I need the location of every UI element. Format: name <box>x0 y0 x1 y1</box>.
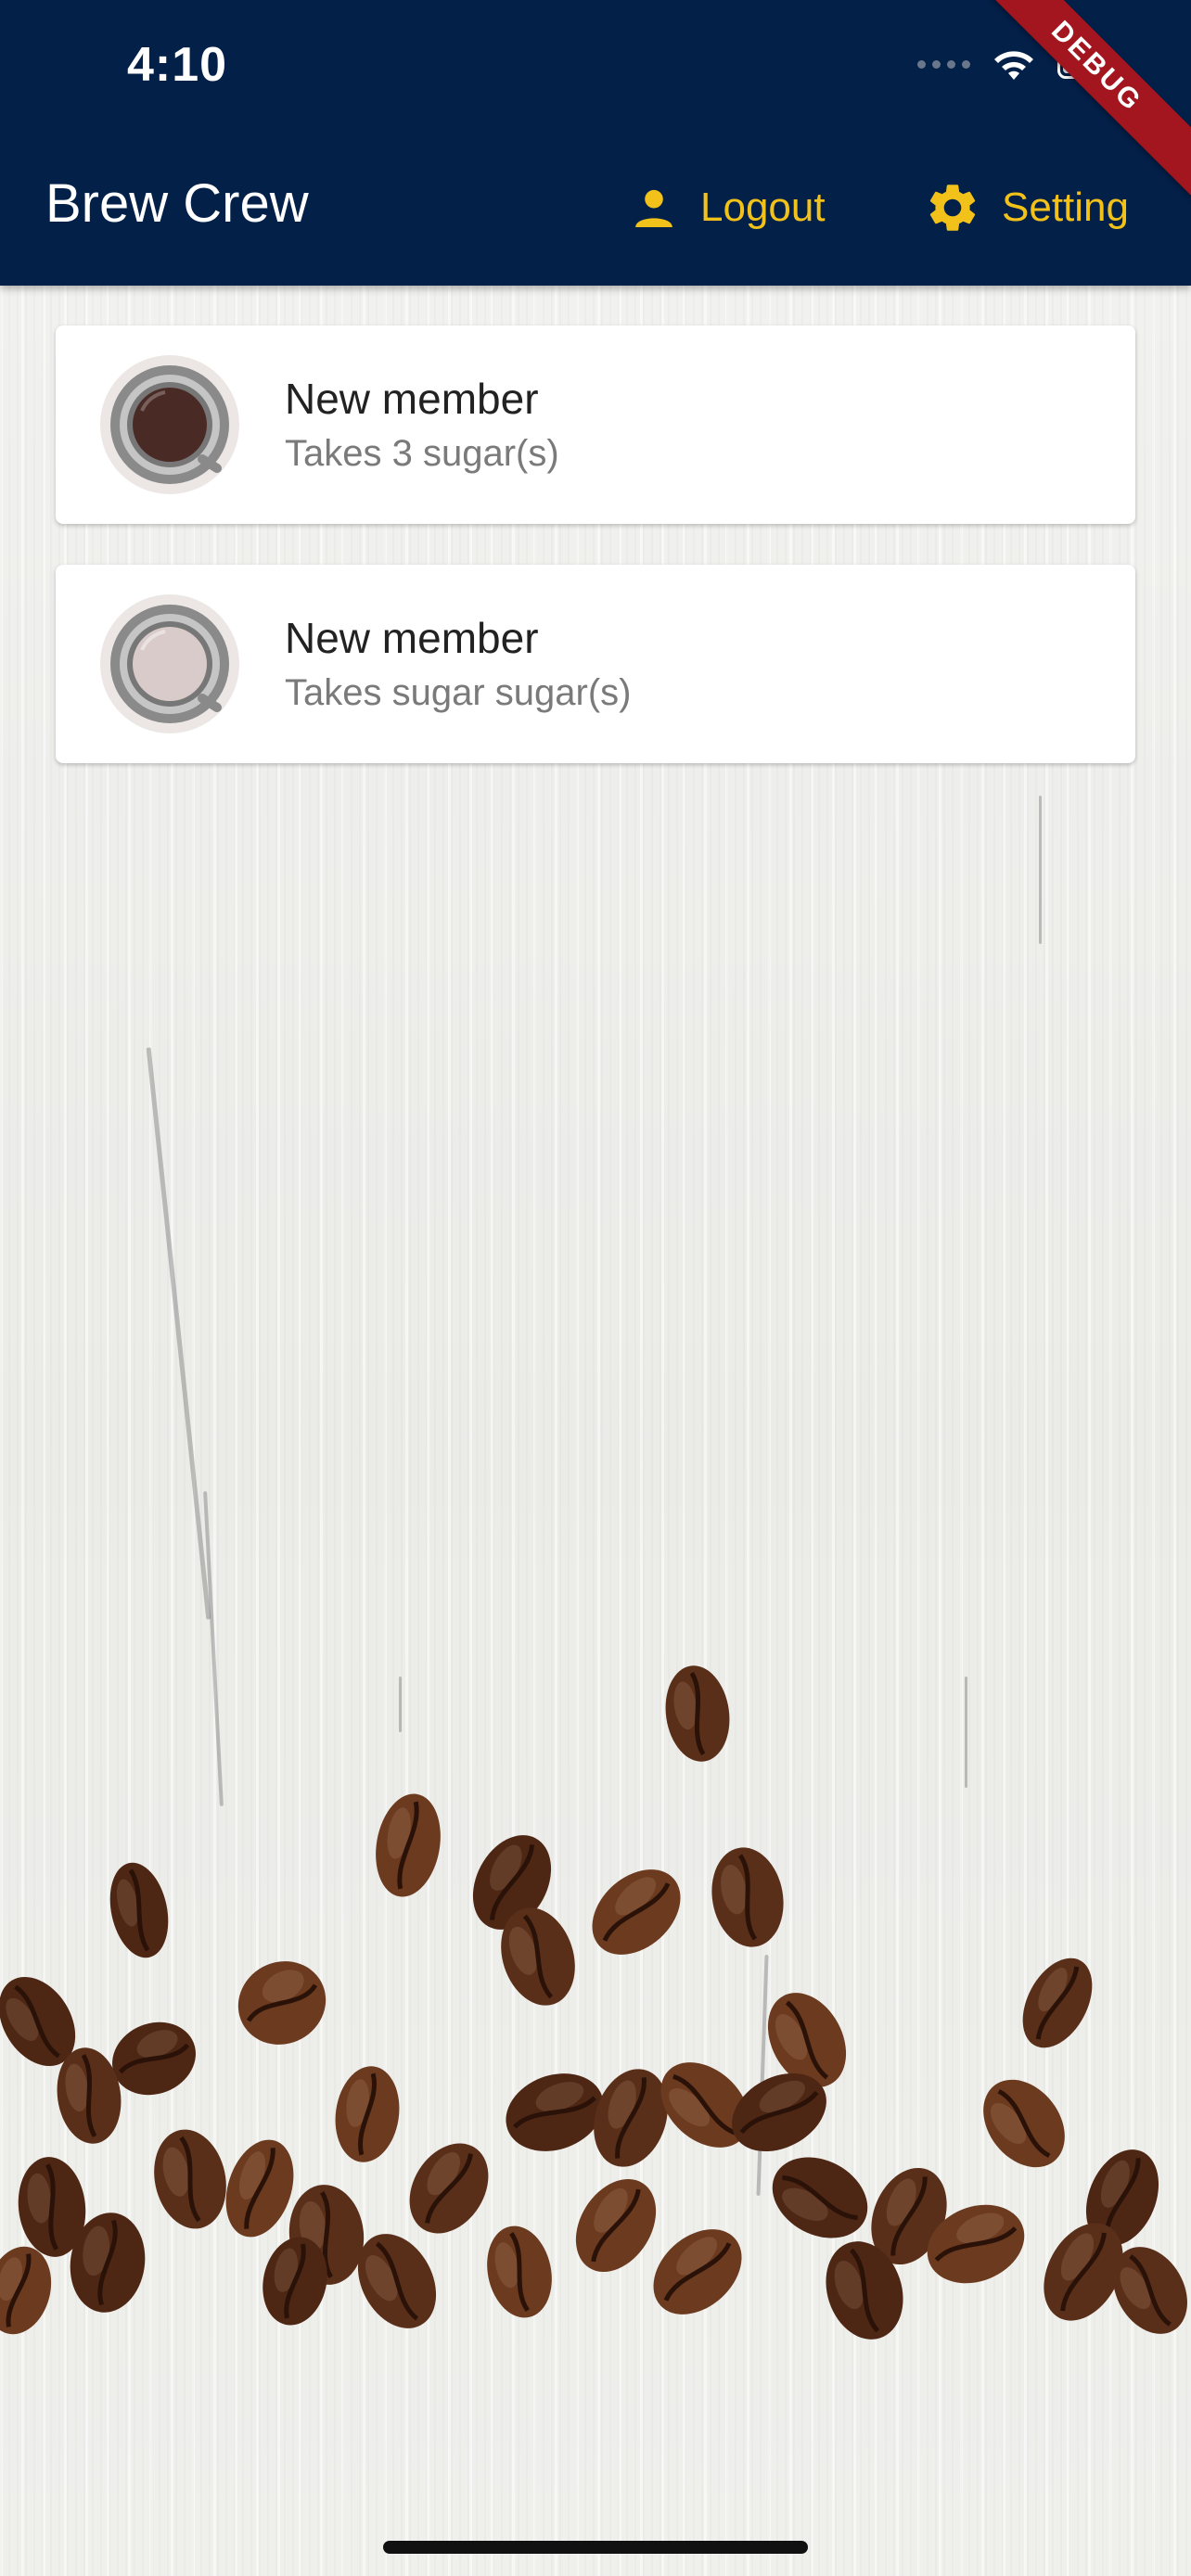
cellular-signal-icon <box>917 59 970 69</box>
coffee-bean <box>154 2129 226 2229</box>
logout-button[interactable]: Logout <box>628 165 826 250</box>
coffee-bean <box>335 2066 400 2162</box>
wifi-icon <box>994 51 1033 80</box>
coffee-bean <box>711 1847 784 1947</box>
coffee-bean <box>983 2079 1065 2168</box>
home-indicator <box>383 2541 808 2554</box>
coffee-bean <box>237 1961 327 2045</box>
logout-label: Logout <box>700 185 826 230</box>
person-icon <box>635 189 672 227</box>
coffee-bean <box>772 2157 868 2238</box>
list-item[interactable]: New member Takes sugar sugar(s) <box>56 565 1135 763</box>
status-time: 4:10 <box>127 38 228 92</box>
coffee-cup-avatar <box>100 355 239 494</box>
member-name: New member <box>285 375 539 423</box>
coffee-cup-icon <box>110 365 229 484</box>
coffee-bean <box>575 2178 657 2273</box>
member-sugars: Takes 3 sugar(s) <box>285 433 559 474</box>
coffee-bean <box>409 2143 489 2234</box>
member-sugars: Takes sugar sugar(s) <box>285 672 632 713</box>
member-list: New member Takes 3 sugar(s) New member T… <box>56 325 1135 804</box>
coffee-bean <box>376 1793 441 1897</box>
coffee-cup-icon <box>110 605 229 723</box>
member-name: New member <box>285 614 539 662</box>
page-title: Brew Crew <box>45 173 309 234</box>
gear-icon <box>929 185 976 231</box>
coffee-cup-avatar <box>100 594 239 733</box>
coffee-bean <box>653 2229 742 2315</box>
coffee-bean <box>487 2225 552 2318</box>
coffee-bean <box>665 1665 730 1762</box>
coffee-bean <box>592 1869 681 1955</box>
setting-label: Setting <box>1002 185 1129 230</box>
list-item[interactable]: New member Takes 3 sugar(s) <box>56 325 1135 524</box>
setting-button[interactable]: Setting <box>924 165 1129 250</box>
coffee-bean <box>109 1862 169 1958</box>
coffee-bean <box>1022 1958 1093 2048</box>
